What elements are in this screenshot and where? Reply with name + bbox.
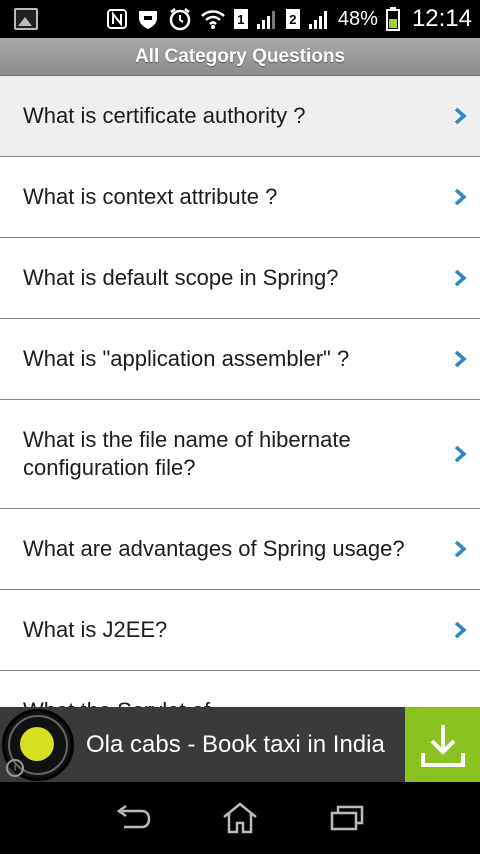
signal-icon	[308, 11, 327, 29]
chevron-right-icon	[454, 107, 467, 125]
list-item[interactable]: What is context attribute ?	[0, 157, 480, 238]
list-item[interactable]: What the Servlet of	[0, 671, 480, 707]
question-text: What is the file name of hibernate confi…	[23, 427, 351, 480]
ad-logo[interactable]: i	[0, 707, 76, 782]
ad-banner[interactable]: i Ola cabs - Book taxi in India	[0, 707, 480, 782]
question-text: What the Servlet of	[23, 697, 210, 707]
status-bar: 1 2 48% 12:14	[0, 0, 480, 38]
signal-icon	[256, 11, 275, 29]
home-button[interactable]	[220, 798, 260, 838]
list-item[interactable]: What is J2EE?	[0, 590, 480, 671]
list-item[interactable]: What are advantages of Spring usage?	[0, 509, 480, 590]
gallery-icon	[14, 8, 38, 30]
nfc-icon	[106, 9, 127, 29]
shield-icon	[138, 11, 157, 29]
list-item[interactable]: What is default scope in Spring?	[0, 238, 480, 319]
page-title: All Category Questions	[134, 45, 346, 67]
ola-logo-icon	[20, 727, 54, 761]
info-icon[interactable]: i	[6, 759, 24, 777]
ad-text[interactable]: Ola cabs - Book taxi in India	[76, 730, 405, 759]
sim2-badge: 2	[285, 9, 300, 29]
question-text: What is "application assembler" ?	[23, 346, 350, 371]
chevron-right-icon	[454, 188, 467, 206]
question-text: What is certificate authority ?	[23, 103, 306, 128]
title-bar: All Category Questions	[0, 38, 480, 76]
sim1-badge: 1	[233, 9, 248, 29]
clock: 12:14	[411, 5, 472, 32]
chevron-right-icon	[454, 445, 467, 463]
battery-percent: 48%	[337, 7, 378, 30]
alarm-icon	[169, 8, 191, 31]
question-list[interactable]: What is certificate authority ? What is …	[0, 76, 480, 707]
question-text: What is default scope in Spring?	[23, 265, 339, 290]
battery-icon	[385, 7, 400, 31]
list-item[interactable]: What is "application assembler" ?	[0, 319, 480, 400]
chevron-right-icon	[454, 269, 467, 287]
navigation-bar	[0, 782, 480, 854]
back-button[interactable]	[113, 798, 153, 838]
wifi-icon	[201, 10, 225, 29]
list-item[interactable]: What is the file name of hibernate confi…	[0, 400, 480, 509]
home-icon	[223, 802, 257, 834]
chevron-right-icon	[454, 621, 467, 639]
chevron-right-icon	[454, 540, 467, 558]
recent-apps-icon	[330, 805, 363, 831]
question-text: What are advantages of Spring usage?	[23, 536, 405, 561]
recent-apps-button[interactable]	[327, 798, 367, 838]
list-item[interactable]: What is certificate authority ?	[0, 76, 480, 157]
question-text: What is J2EE?	[23, 617, 168, 642]
question-text: What is context attribute ?	[23, 184, 278, 209]
chevron-right-icon	[454, 350, 467, 368]
download-button[interactable]	[405, 707, 480, 782]
back-icon	[117, 804, 151, 829]
download-icon	[420, 724, 465, 767]
